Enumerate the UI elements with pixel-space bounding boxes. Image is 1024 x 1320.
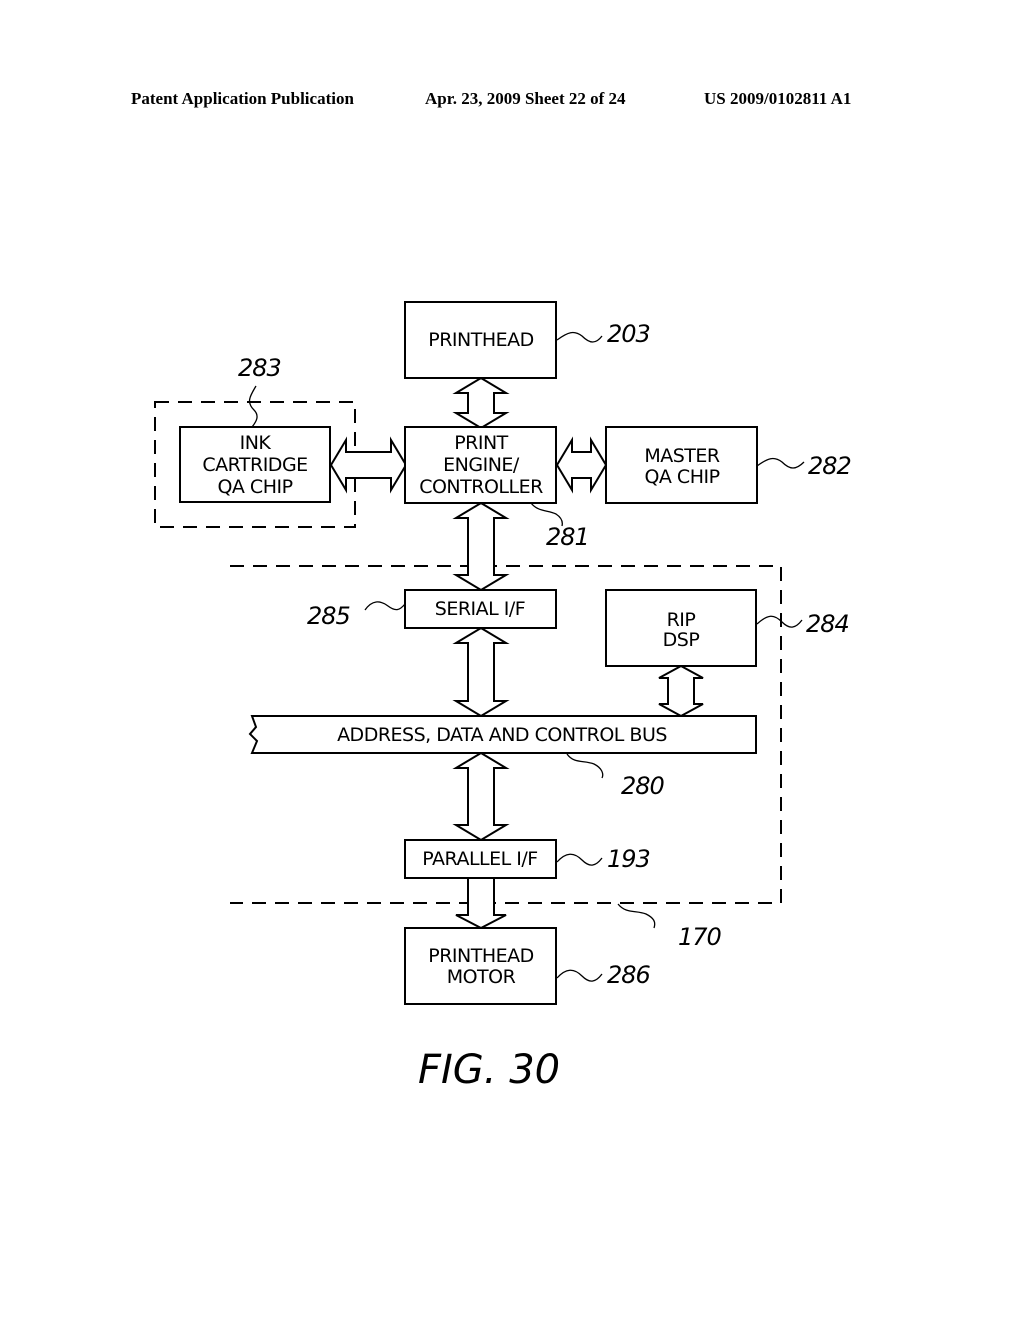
arrow-inkchip-engine: [329, 436, 408, 494]
block-label: QA CHIP: [644, 466, 719, 488]
block-diagram: PRINTHEAD INK CARTRIDGE QA CHIP PRINT EN…: [154, 301, 852, 1093]
block-bus: ADDRESS, DATA AND CONTROL BUS: [248, 715, 757, 754]
leader-203: [556, 331, 603, 343]
arrow-serial-bus: [452, 626, 510, 718]
ref-283: 283: [238, 354, 281, 382]
block-label: CARTRIDGE: [202, 454, 307, 476]
block-master-qa-chip: MASTER QA CHIP: [605, 426, 758, 504]
ref-282: 282: [808, 452, 851, 480]
ref-281: 281: [546, 523, 589, 551]
block-printhead-motor: PRINTHEAD MOTOR: [404, 927, 557, 1005]
block-label: PARALLEL I/F: [422, 848, 537, 870]
leader-285: [364, 601, 406, 611]
leader-284: [756, 615, 803, 628]
ref-203: 203: [607, 320, 650, 348]
ref-170: 170: [678, 923, 722, 951]
block-serial-if: SERIAL I/F: [404, 589, 557, 629]
block-label: PRINTHEAD: [428, 329, 534, 351]
block-label: MOTOR: [447, 966, 516, 988]
block-label: DSP: [663, 629, 700, 651]
block-label: RIP: [667, 609, 696, 631]
leader-286: [556, 969, 603, 982]
leader-280: [566, 753, 604, 779]
block-label: ENGINE/: [443, 454, 520, 476]
ref-280: 280: [621, 772, 665, 800]
arrow-engine-serial: [452, 501, 510, 592]
block-label: PRINT: [454, 432, 508, 454]
block-label: SERIAL I/F: [435, 598, 525, 620]
block-label: INK: [240, 432, 272, 454]
block-label: ADDRESS, DATA AND CONTROL BUS: [337, 724, 667, 746]
block-ink-cartridge-qa-chip: INK CARTRIDGE QA CHIP: [179, 426, 331, 503]
ref-284: 284: [806, 610, 849, 638]
arrow-printhead-engine: [452, 376, 510, 430]
leader-193: [556, 853, 603, 866]
arrow-ripdsp-bus: [658, 664, 704, 718]
ref-286: 286: [607, 961, 651, 989]
block-label: MASTER: [644, 445, 720, 467]
ref-193: 193: [607, 845, 650, 873]
arrow-bus-parallel: [452, 751, 510, 842]
leader-283: [248, 385, 258, 428]
block-print-engine-controller: PRINT ENGINE/ CONTROLLER: [404, 426, 557, 504]
block-parallel-if: PARALLEL I/F: [404, 839, 557, 879]
leader-170: [617, 903, 656, 929]
arrow-engine-masterqa: [555, 436, 608, 494]
block-rip-dsp: RIP DSP: [605, 589, 757, 667]
block-printhead: PRINTHEAD: [404, 301, 557, 379]
figure-caption: FIG. 30: [418, 1047, 560, 1093]
block-label: CONTROLLER: [419, 476, 543, 498]
ref-285: 285: [307, 602, 350, 630]
leader-282: [756, 457, 805, 469]
block-label: PRINTHEAD: [428, 945, 534, 967]
block-label: QA CHIP: [217, 476, 292, 498]
